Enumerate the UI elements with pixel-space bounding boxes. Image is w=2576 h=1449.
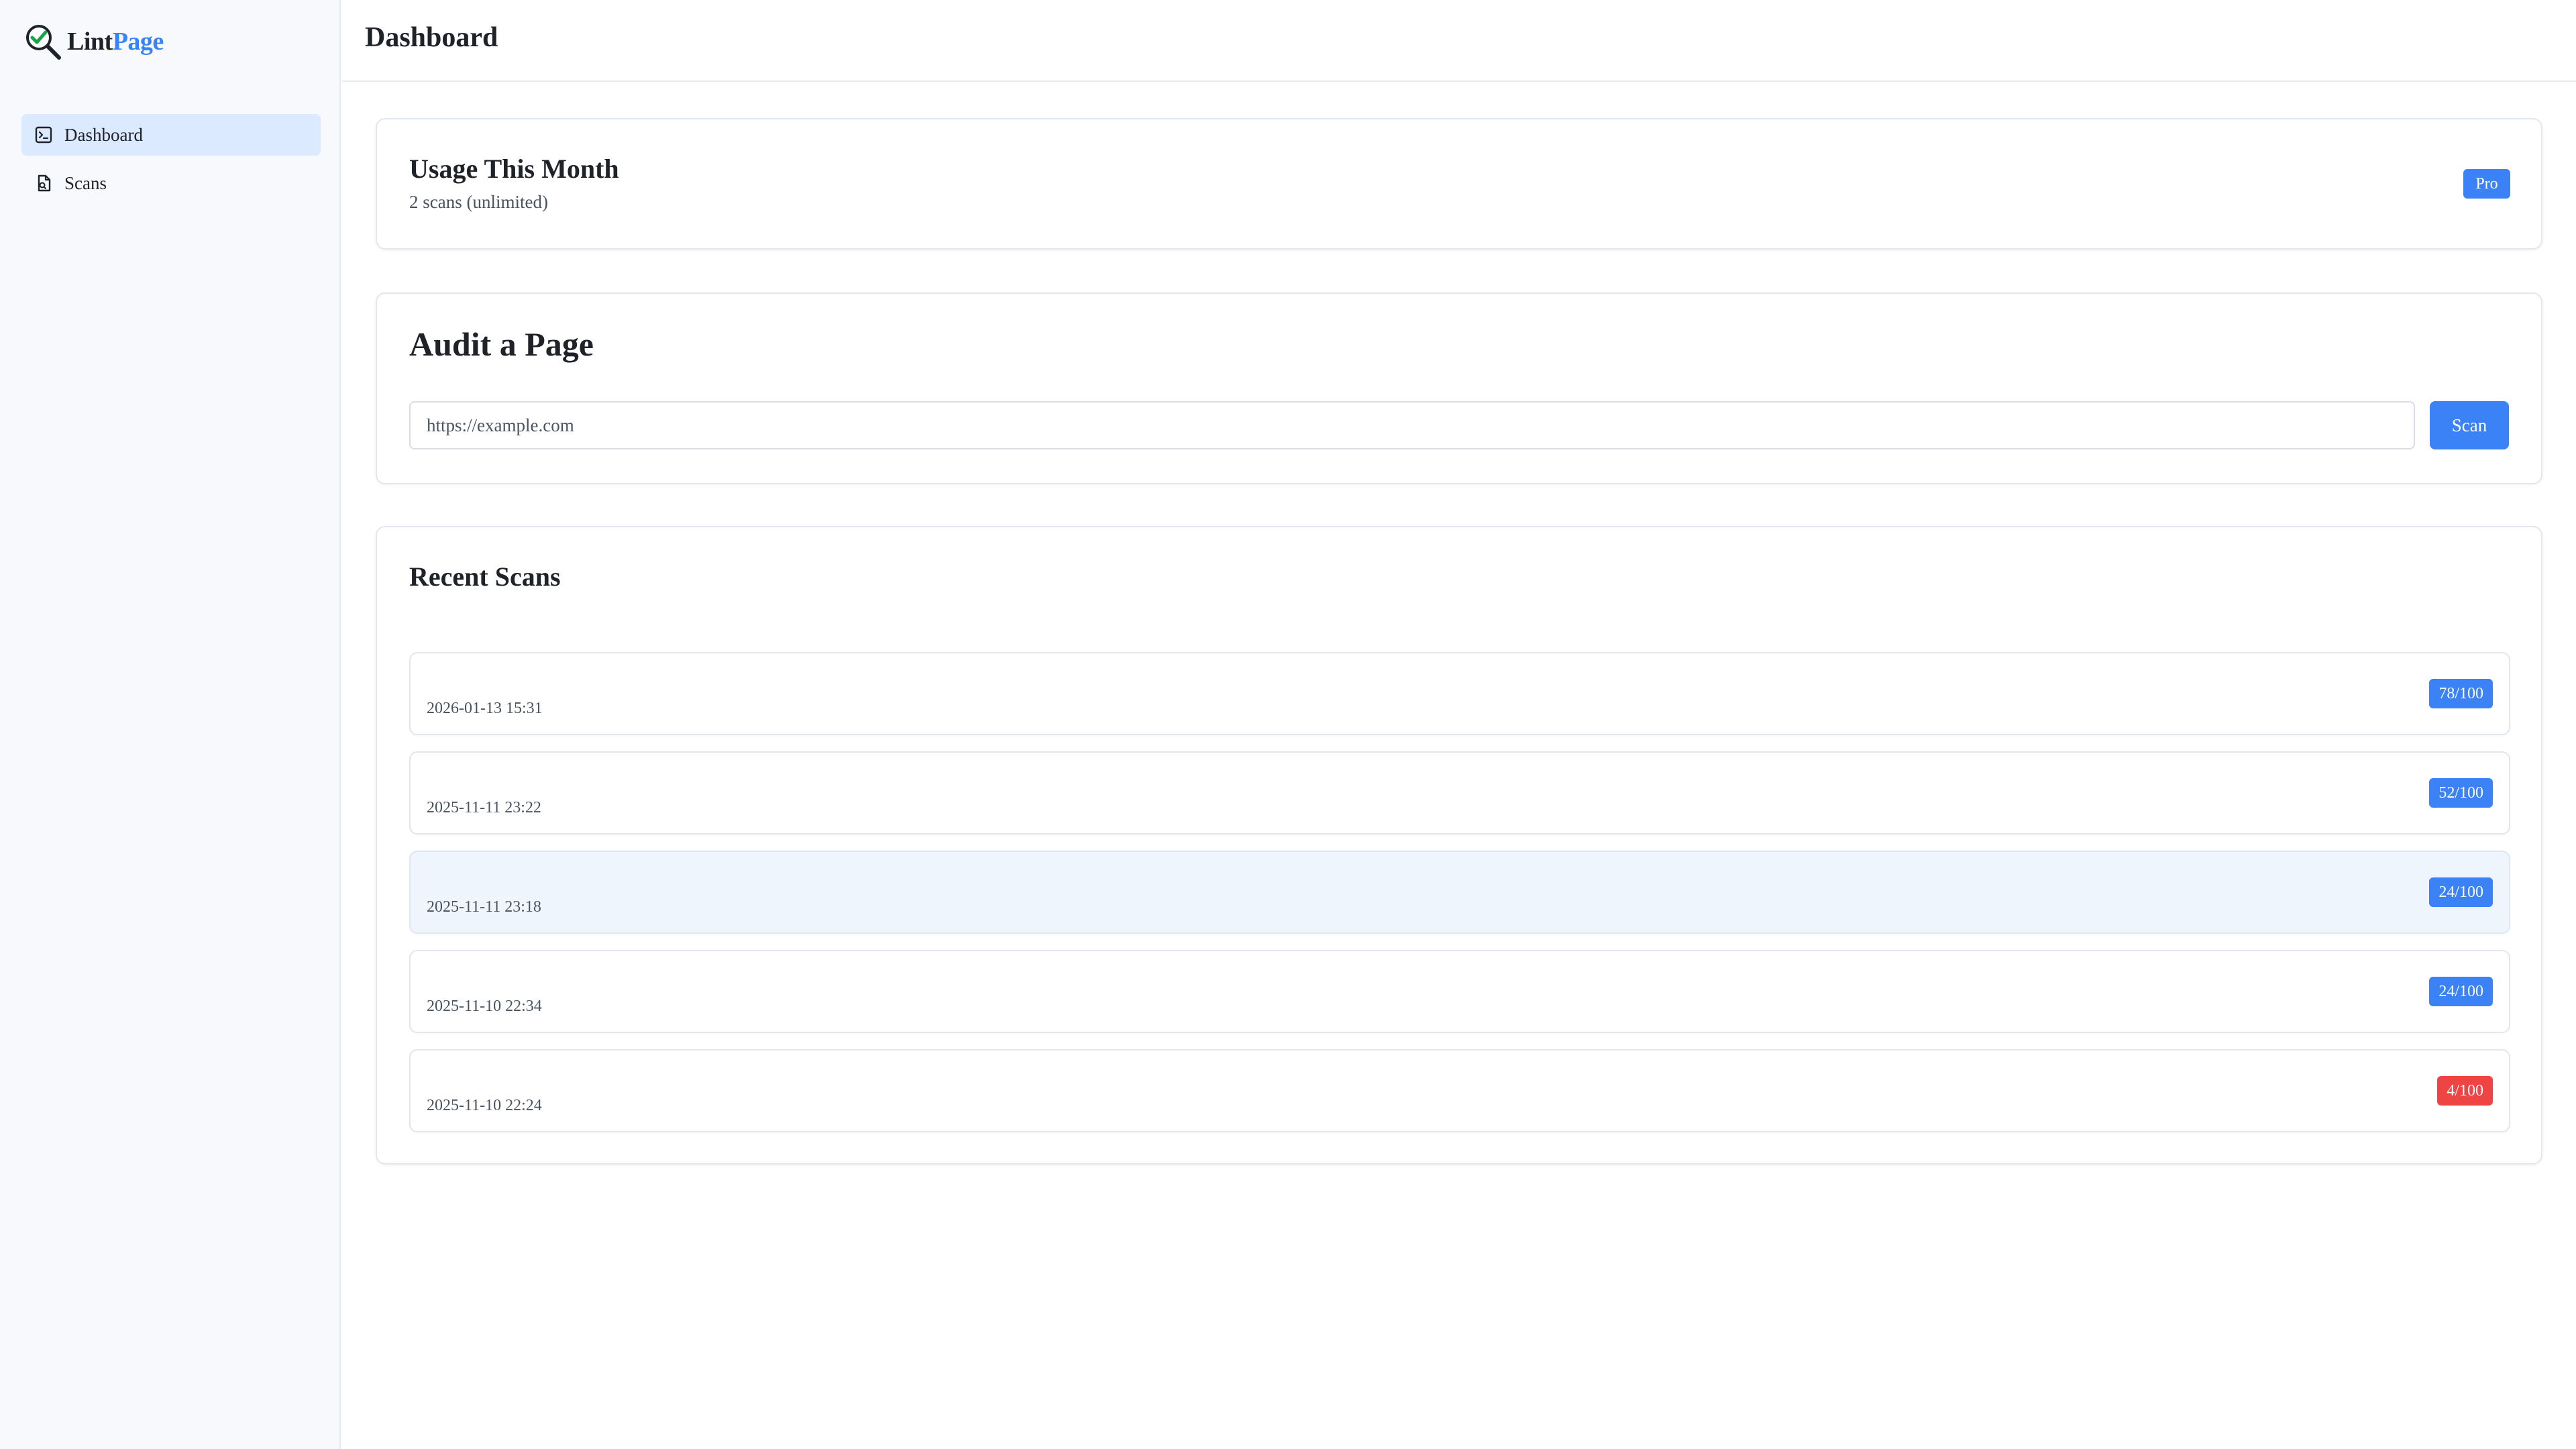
score-badge: 4/100 [2437, 1076, 2493, 1106]
brand-name: LintPage [67, 27, 164, 56]
scan-row[interactable]: 2025-11-10 22:24 4/100 [409, 1049, 2510, 1132]
plan-badge: Pro [2463, 169, 2510, 199]
magnifier-check-icon [23, 21, 63, 62]
scan-list: 2026-01-13 15:31 78/100 2025-11-11 23:22… [409, 652, 2510, 1148]
brand-name-lint: Lint [67, 28, 113, 56]
sidebar: LintPage Dashboard Scans [0, 0, 341, 1449]
document-icon [34, 173, 54, 193]
scan-button[interactable]: Scan [2430, 401, 2509, 449]
usage-title: Usage This Month [409, 154, 619, 184]
page-title: Dashboard [365, 22, 498, 53]
scan-row[interactable]: 2025-11-11 23:18 24/100 [409, 851, 2510, 934]
scan-date: 2025-11-10 22:24 [427, 1097, 542, 1114]
scan-date: 2025-11-10 22:34 [427, 998, 542, 1015]
brand-name-page: Page [112, 28, 164, 56]
usage-card: Usage This Month 2 scans (unlimited) Pro [376, 118, 2542, 250]
score-badge: 78/100 [2429, 679, 2493, 708]
brand-logo[interactable]: LintPage [23, 20, 164, 63]
recent-scans-title: Recent Scans [409, 561, 561, 592]
scan-date: 2025-11-11 23:18 [427, 898, 541, 916]
audit-title: Audit a Page [409, 325, 594, 363]
scan-row[interactable]: 2025-11-11 23:22 52/100 [409, 751, 2510, 835]
audit-card: Audit a Page Scan [376, 292, 2542, 484]
sidebar-item-label: Dashboard [64, 124, 143, 145]
sidebar-item-scans[interactable]: Scans [21, 162, 321, 204]
chart-square-icon [34, 125, 54, 145]
usage-count: 2 scans (unlimited) [409, 192, 548, 212]
scan-row[interactable]: 2025-11-10 22:34 24/100 [409, 950, 2510, 1033]
score-badge: 24/100 [2429, 877, 2493, 907]
scan-date: 2025-11-11 23:22 [427, 799, 541, 816]
sidebar-item-dashboard[interactable]: Dashboard [21, 114, 321, 156]
score-badge: 52/100 [2429, 778, 2493, 808]
recent-scans-card: Recent Scans 2026-01-13 15:31 78/100 202… [376, 526, 2542, 1165]
score-badge: 24/100 [2429, 977, 2493, 1006]
scan-date: 2026-01-13 15:31 [427, 700, 543, 717]
scan-row[interactable]: 2026-01-13 15:31 78/100 [409, 652, 2510, 735]
url-input[interactable] [409, 401, 2415, 449]
top-header: Dashboard [342, 0, 2576, 82]
sidebar-nav: Dashboard Scans [21, 114, 321, 211]
sidebar-item-label: Scans [64, 172, 107, 193]
